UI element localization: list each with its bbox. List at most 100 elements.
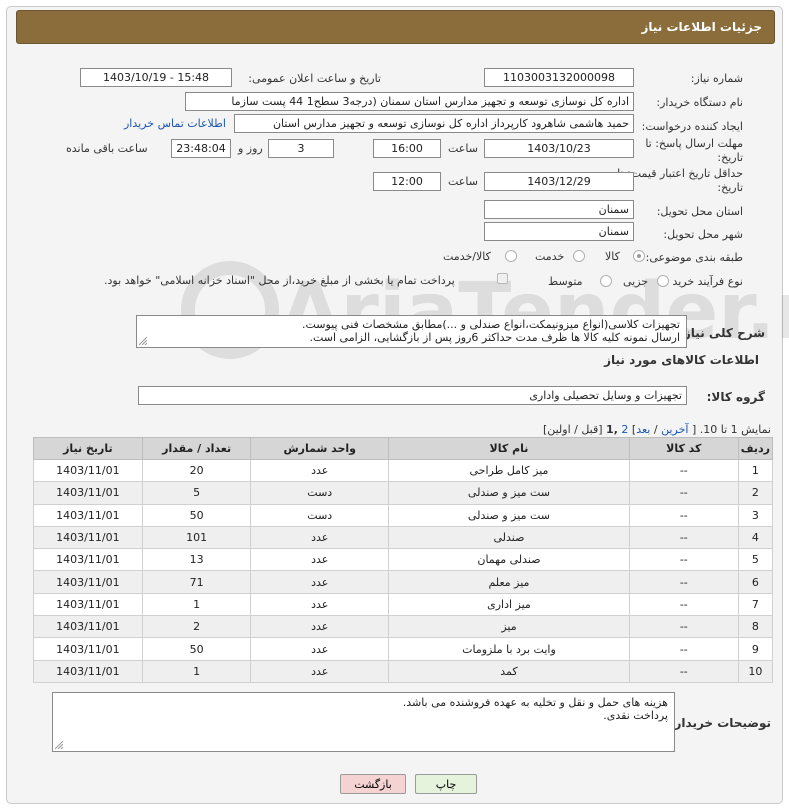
process-partial-radio[interactable]: [657, 275, 669, 287]
buyer-notes-textarea[interactable]: هزینه های حمل و نقل و تخلیه به عهده فروش…: [52, 692, 675, 752]
cell-name: ست میز و صندلی: [388, 503, 630, 527]
cell-date: 1403/11/01: [33, 458, 143, 483]
buyer-notes-line-1: هزینه های حمل و نقل و تخلیه به عهده فروش…: [402, 696, 668, 709]
table-row[interactable]: 5 -- صندلی مهمان عدد 13 1403/11/01: [33, 548, 774, 572]
table-row[interactable]: 7 -- میز اداری عدد 1 1403/11/01: [33, 592, 774, 617]
cell-code: --: [628, 637, 739, 661]
cell-date: 1403/11/01: [33, 525, 143, 550]
cell-unit: دست: [250, 481, 389, 505]
category-both-radio[interactable]: [505, 250, 517, 262]
cell-row-number: 5: [737, 548, 774, 572]
table-row[interactable]: 1 -- میز کامل طراحی عدد 20 1403/11/01: [33, 458, 774, 483]
process-medium-label: متوسط: [548, 275, 583, 288]
treasury-payment-checkbox[interactable]: [497, 273, 508, 284]
process-partial-label: جزیی: [623, 275, 649, 288]
print-button[interactable]: چاپ: [415, 774, 477, 794]
cell-name: صندلی: [388, 525, 630, 550]
province-field: سمنان: [484, 200, 634, 219]
cell-unit: عدد: [250, 615, 389, 639]
deadline-time-field: 16:00: [373, 139, 441, 158]
cell-row-number: 9: [737, 637, 774, 661]
col-header-quantity: تعداد / مقدار: [141, 437, 252, 460]
cell-row-number: 1: [737, 458, 774, 483]
cell-quantity: 50: [141, 637, 252, 661]
creator-label: ایجاد کننده درخواست:: [641, 120, 743, 133]
description-label: شرح کلی نیاز:: [679, 326, 765, 340]
table-row[interactable]: 4 -- صندلی عدد 101 1403/11/01: [33, 525, 774, 550]
city-field: سمنان: [484, 222, 634, 241]
cell-unit: دست: [250, 503, 389, 527]
cell-quantity: 13: [141, 548, 252, 572]
table-row[interactable]: 9 -- وایت برد با ملزومات عدد 50 1403/11/01: [33, 637, 774, 661]
cell-row-number: 8: [737, 615, 774, 639]
min-valid-label: حداقل تاریخ اعتبار قیمت: تا: [617, 167, 743, 180]
description-line-1: تجهیزات کلاسی(انواع میزونیمکت،انواع صندل…: [301, 318, 680, 331]
cell-quantity: 1: [141, 659, 252, 683]
back-button[interactable]: بازگشت: [340, 774, 406, 794]
cell-name: وایت برد با ملزومات: [388, 637, 630, 661]
cell-name: میز: [388, 615, 630, 639]
pagination-page-2[interactable]: 2: [621, 423, 628, 436]
buyer-notes-label: توضیحات خریدار:: [669, 716, 771, 730]
buyer-notes-line-2: پرداخت نقدی.: [603, 709, 668, 722]
buyer-org-label: نام دستگاه خریدار:: [656, 96, 743, 109]
goods-group-field: تجهیزات و وسایل تحصیلی واداری: [138, 386, 687, 405]
pagination-page-1: ,1: [606, 423, 618, 436]
category-both-label: کالا/خدمت: [443, 250, 491, 263]
table-row[interactable]: 8 -- میز عدد 2 1403/11/01: [33, 615, 774, 639]
cell-code: --: [628, 525, 739, 550]
min-valid-time-label: ساعت: [448, 175, 478, 188]
cell-code: --: [628, 548, 739, 572]
cell-date: 1403/11/01: [33, 615, 143, 639]
city-label: شهر محل تحویل:: [663, 228, 743, 241]
cell-row-number: 4: [737, 525, 774, 550]
cell-quantity: 50: [141, 503, 252, 527]
cell-row-number: 3: [737, 503, 774, 527]
cell-name: کمد: [388, 659, 630, 683]
cell-row-number: 2: [737, 481, 774, 505]
announce-label: تاریخ و ساعت اعلان عمومی:: [248, 72, 381, 85]
table-row[interactable]: 6 -- میز معلم عدد 71 1403/11/01: [33, 570, 774, 594]
process-label: نوع فرآیند خرید :: [665, 275, 743, 288]
table-row[interactable]: 10 -- کمد عدد 1 1403/11/01: [33, 659, 774, 683]
min-valid-time-field: 12:00: [373, 172, 441, 191]
cell-code: --: [628, 503, 739, 527]
cell-unit: عدد: [250, 570, 389, 594]
cell-code: --: [628, 592, 739, 617]
table-row[interactable]: 3 -- ست میز و صندلی دست 50 1403/11/01: [33, 503, 774, 527]
treasury-payment-note: پرداخت تمام یا بخشی از مبلغ خرید،از محل …: [104, 274, 455, 287]
table-row[interactable]: 2 -- ست میز و صندلی دست 5 1403/11/01: [33, 481, 774, 505]
process-medium-radio[interactable]: [600, 275, 612, 287]
deadline-label: مهلت ارسال پاسخ: تا: [645, 137, 743, 150]
description-textarea[interactable]: تجهیزات کلاسی(انواع میزونیمکت،انواع صندل…: [136, 315, 687, 348]
days-label: روز و: [238, 142, 263, 155]
cell-row-number: 6: [737, 570, 774, 594]
cell-code: --: [628, 481, 739, 505]
pagination-prev-first: [قبل / اولین]: [542, 423, 603, 436]
goods-section-title: اطلاعات کالاهای مورد نیاز: [604, 353, 759, 367]
cell-row-number: 7: [737, 592, 774, 617]
pagination-last-link[interactable]: آخرین: [661, 423, 688, 436]
pagination-next-link[interactable]: بعد: [636, 423, 650, 436]
deadline-label-date: تاریخ:: [717, 151, 743, 164]
cell-code: --: [628, 570, 739, 594]
cell-date: 1403/11/01: [33, 503, 143, 527]
cell-name: میز اداری: [388, 592, 630, 617]
pagination-showing: نمایش 1 تا 10. [: [691, 423, 771, 436]
cell-code: --: [628, 615, 739, 639]
category-service-radio[interactable]: [573, 250, 585, 262]
pagination: نمایش 1 تا 10. [ آخرین / بعد] 2 ,1 [قبل …: [543, 423, 771, 436]
cell-quantity: 5: [141, 481, 252, 505]
cell-date: 1403/11/01: [33, 570, 143, 594]
need-number-field: 1103003132000098: [484, 68, 634, 87]
col-header-date: تاریخ نیاز: [33, 437, 143, 460]
cell-quantity: 71: [141, 570, 252, 594]
resize-grip-icon: [139, 337, 147, 345]
category-goods-label: کالا: [605, 250, 620, 263]
cell-unit: عدد: [250, 458, 389, 483]
cell-name: ست میز و صندلی: [388, 481, 630, 505]
category-goods-radio[interactable]: [633, 250, 645, 262]
col-header-unit: واحد شمارش: [250, 437, 389, 460]
buyer-contact-link[interactable]: اطلاعات تماس خریدار: [124, 117, 226, 130]
pagination-sep: /: [653, 423, 658, 436]
